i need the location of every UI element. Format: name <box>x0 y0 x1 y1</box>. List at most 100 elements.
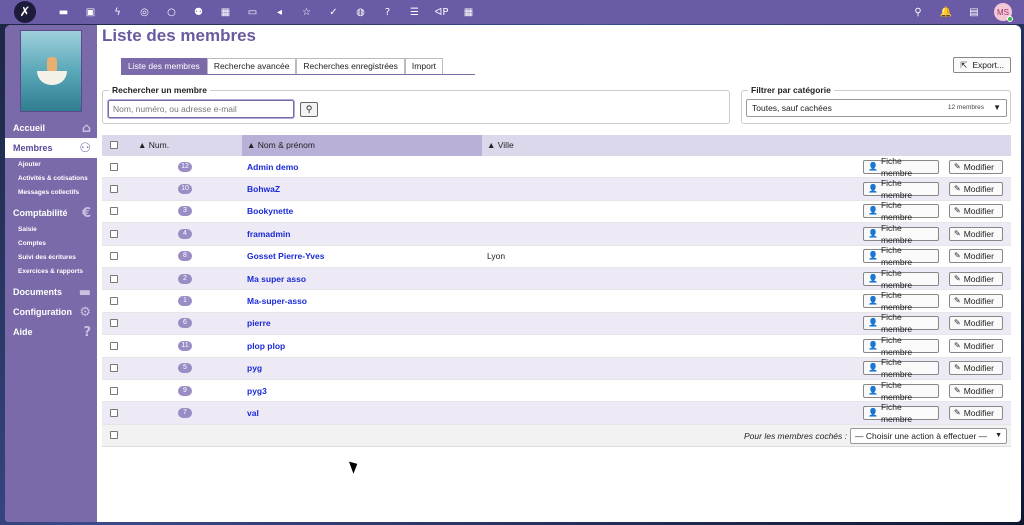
member-name-link[interactable]: Gosset Pierre-Yves <box>247 246 325 267</box>
tab-saved-searches[interactable]: Recherches enregistrées <box>296 58 405 74</box>
edit-member-button[interactable]: ✎ Modifier <box>949 204 1003 219</box>
row-checkbox[interactable] <box>110 319 118 328</box>
app-logo[interactable]: ✗ <box>14 1 36 23</box>
member-name-link[interactable]: plop plop <box>247 335 285 356</box>
member-number: 11 <box>178 340 192 351</box>
category-select[interactable]: Toutes, sauf cachées 12 membres ▼ <box>746 99 1007 117</box>
row-checkbox[interactable] <box>110 207 118 216</box>
member-card-button[interactable]: 👤 Fiche membre <box>863 200 939 222</box>
sidebar-subitem[interactable]: Messages collectifs <box>5 186 97 200</box>
edit-member-button[interactable]: ✎ Modifier <box>949 182 1003 197</box>
edit-member-button[interactable]: ✎ Modifier <box>949 338 1003 353</box>
member-name-link[interactable]: Ma-super-asso <box>247 290 307 311</box>
sidebar-subitem[interactable]: Saisie <box>5 223 97 237</box>
tab-member-list[interactable]: Liste des membres <box>121 58 207 74</box>
inbox-icon[interactable]: ▭ <box>239 0 266 24</box>
edit-member-button[interactable]: ✎ Modifier <box>949 316 1003 331</box>
folder-icon[interactable]: ▬ <box>50 0 77 24</box>
star-icon[interactable]: ☆ <box>293 0 320 24</box>
header-name[interactable]: ▲ Nom & prénom <box>242 135 482 156</box>
header-num[interactable]: ▲ Num. <box>136 135 242 156</box>
megaphone-icon[interactable]: ◂ <box>266 0 293 24</box>
calendar-icon[interactable]: ▦ <box>212 0 239 24</box>
member-name-link[interactable]: Admin demo <box>247 156 298 177</box>
check-icon[interactable]: ✓ <box>320 0 347 24</box>
member-name-link[interactable]: pyg <box>247 358 262 379</box>
edit-member-button[interactable]: ✎ Modifier <box>949 159 1003 174</box>
row-checkbox[interactable] <box>110 297 118 306</box>
row-checkbox[interactable] <box>110 364 118 373</box>
member-name-link[interactable]: BohwaZ <box>247 178 280 199</box>
member-card-button[interactable]: 👤 Fiche membre <box>863 268 939 290</box>
table-row: 2 Ma super asso 👤 Fiche membre ✎ Modifier <box>102 268 1011 291</box>
edit-member-label: Modifier <box>963 340 994 351</box>
search-button[interactable]: ⚲ <box>300 102 318 117</box>
member-card-button[interactable]: 👤 Fiche membre <box>863 223 939 245</box>
sidebar-subitem[interactable]: Comptes <box>5 237 97 251</box>
row-checkbox[interactable] <box>110 408 118 417</box>
member-card-button[interactable]: 👤 Fiche membre <box>863 178 939 200</box>
row-checkbox[interactable] <box>110 162 118 171</box>
edit-member-button[interactable]: ✎ Modifier <box>949 405 1003 420</box>
bulk-action-select[interactable]: — Choisir une action à effectuer — ▼ <box>850 427 1007 444</box>
edit-member-button[interactable]: ✎ Modifier <box>949 249 1003 264</box>
bolt-icon[interactable]: ϟ <box>104 0 131 24</box>
sidebar-item-documents[interactable]: Documents ▬ <box>5 282 97 302</box>
sidebar-item-configuration[interactable]: Configuration ⚙ <box>5 302 97 322</box>
select-all-checkbox[interactable] <box>110 141 118 149</box>
users-icon[interactable]: ⚉ <box>185 0 212 24</box>
search-icon[interactable]: ⚲ <box>910 0 926 24</box>
member-card-button[interactable]: 👤 Fiche membre <box>863 290 939 312</box>
edit-member-button[interactable]: ✎ Modifier <box>949 271 1003 286</box>
sidebar-subitem[interactable]: Exercices & rapports <box>5 265 97 279</box>
member-card-button[interactable]: 👤 Fiche membre <box>863 156 939 178</box>
tab-advanced-search[interactable]: Recherche avancée <box>206 58 297 74</box>
chat-icon[interactable]: ◎ <box>131 0 158 24</box>
sidebar-subitem[interactable]: Activités & cotisations <box>5 172 97 186</box>
select-all-footer-checkbox[interactable] <box>110 431 118 440</box>
sidebar-item-comptabilite[interactable]: Comptabilité € <box>5 203 97 223</box>
contacts-icon[interactable]: ▤ <box>966 0 982 24</box>
notifications-icon[interactable]: 🔔 <box>938 0 954 24</box>
member-card-button[interactable]: 👤 Fiche membre <box>863 245 939 267</box>
row-checkbox[interactable] <box>110 341 118 350</box>
php-icon[interactable]: ᐊP <box>428 0 455 24</box>
edit-member-button[interactable]: ✎ Modifier <box>949 383 1003 398</box>
row-checkbox[interactable] <box>110 386 118 395</box>
table-icon[interactable]: ▦ <box>455 0 482 24</box>
tab-import[interactable]: Import <box>404 58 444 74</box>
help-icon[interactable]: ? <box>374 0 401 24</box>
circle-icon[interactable]: ○ <box>158 0 185 24</box>
member-card-button[interactable]: 👤 Fiche membre <box>863 335 939 357</box>
member-card-button[interactable]: 👤 Fiche membre <box>863 402 939 424</box>
row-checkbox[interactable] <box>110 229 118 238</box>
member-card-button[interactable]: 👤 Fiche membre <box>863 312 939 334</box>
edit-member-button[interactable]: ✎ Modifier <box>949 294 1003 309</box>
row-checkbox[interactable] <box>110 185 118 194</box>
member-name-link[interactable]: Ma super asso <box>247 268 306 289</box>
sidebar-subitem[interactable]: Ajouter <box>5 158 97 172</box>
header-city[interactable]: ▲ Ville <box>487 135 687 156</box>
member-card-button[interactable]: 👤 Fiche membre <box>863 380 939 402</box>
row-checkbox[interactable] <box>110 274 118 283</box>
association-logo-image[interactable] <box>20 30 82 112</box>
member-name-link[interactable]: val <box>247 402 259 423</box>
edit-member-button[interactable]: ✎ Modifier <box>949 361 1003 376</box>
avatar[interactable]: MS <box>994 3 1013 22</box>
member-name-link[interactable]: Bookynette <box>247 201 293 222</box>
image-icon[interactable]: ▣ <box>77 0 104 24</box>
export-button[interactable]: ⇱ Export... <box>953 57 1011 73</box>
sidebar-item-aide[interactable]: Aide? <box>5 322 97 342</box>
row-checkbox[interactable] <box>110 252 118 261</box>
globe-icon[interactable]: ◍ <box>347 0 374 24</box>
edit-member-button[interactable]: ✎ Modifier <box>949 226 1003 241</box>
search-input[interactable]: Nom, numéro, ou adresse e-mail <box>108 100 294 118</box>
list-icon[interactable]: ☰ <box>401 0 428 24</box>
member-name-link[interactable]: pyg3 <box>247 380 267 401</box>
sidebar-item-membres[interactable]: Membres ⚇ <box>5 138 97 158</box>
sidebar-item-accueil[interactable]: Accueil ⌂ <box>5 118 97 138</box>
member-name-link[interactable]: pierre <box>247 313 271 334</box>
sidebar-subitem[interactable]: Suivi des écritures <box>5 251 97 265</box>
member-name-link[interactable]: framadmin <box>247 223 290 244</box>
member-card-button[interactable]: 👤 Fiche membre <box>863 357 939 379</box>
